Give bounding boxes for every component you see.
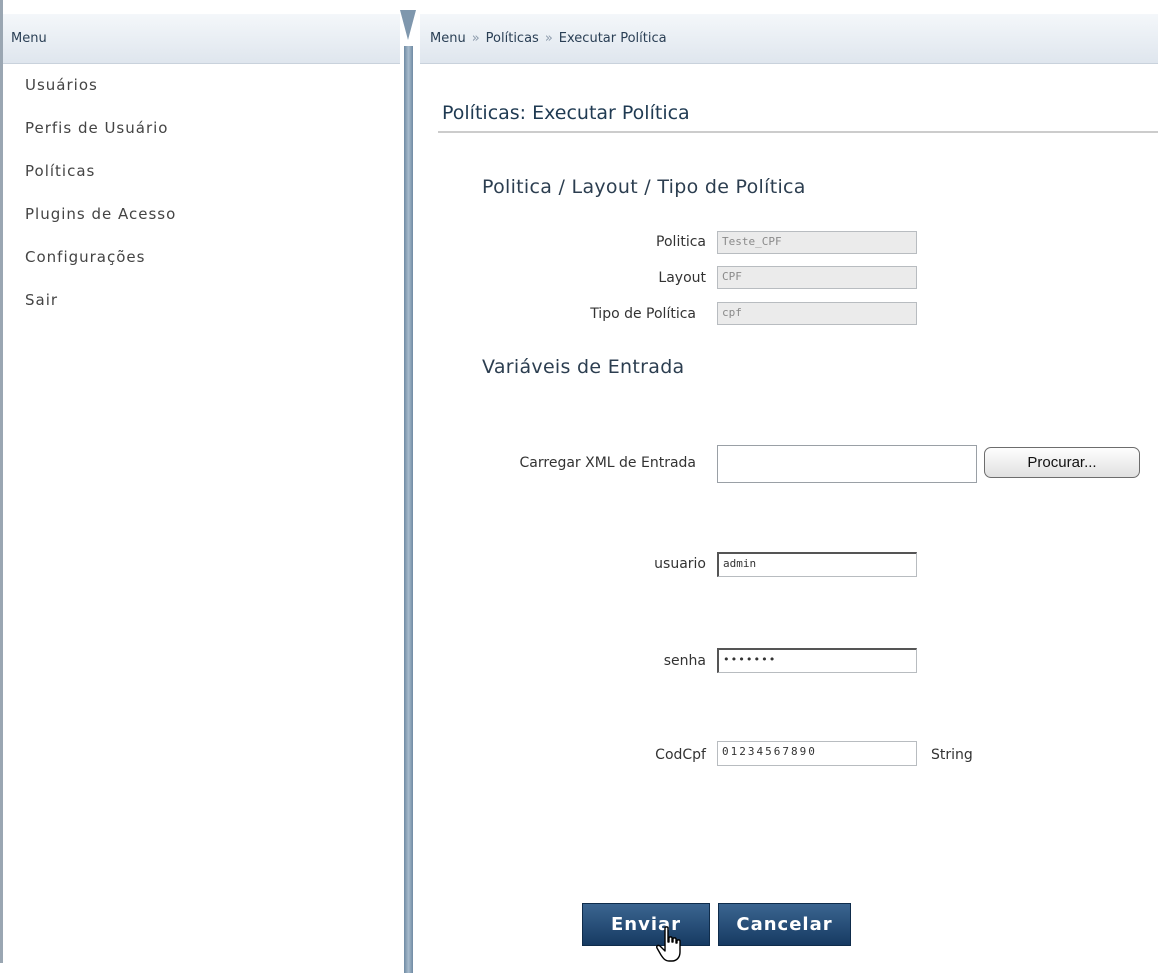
senha-label: senha <box>663 653 706 669</box>
sidebar-item-configuracoes[interactable]: Configurações <box>25 248 176 291</box>
xml-file-input[interactable] <box>717 445 977 483</box>
hand-cursor-icon <box>656 926 681 962</box>
layout-label: Layout <box>658 270 706 286</box>
xml-upload-label: Carregar XML de Entrada <box>519 455 696 471</box>
input-section-title: Variáveis de Entrada <box>482 356 685 378</box>
breadcrumb-separator: » <box>471 31 480 46</box>
politica-label: Politica <box>656 234 706 250</box>
breadcrumb-item-current: Executar Política <box>558 31 667 46</box>
browse-button[interactable]: Procurar... <box>984 447 1140 478</box>
sidebar-item-sair[interactable]: Sair <box>25 291 176 334</box>
sidebar-header: Menu <box>3 14 400 64</box>
layout-field: CPF <box>717 266 917 289</box>
tipo-politica-field: cpf <box>717 302 917 325</box>
usuario-input[interactable]: admin <box>717 552 917 577</box>
splitter-bar[interactable] <box>404 46 413 973</box>
page-title: Políticas: Executar Política <box>442 102 690 124</box>
breadcrumb-item-menu[interactable]: Menu <box>430 31 466 46</box>
splitter-handle[interactable] <box>400 10 416 40</box>
sidebar-item-perfis[interactable]: Perfis de Usuário <box>25 119 176 162</box>
politica-field: Teste_CPF <box>717 231 917 254</box>
sidebar-item-plugins[interactable]: Plugins de Acesso <box>25 205 176 248</box>
sidebar: Menu Usuários Perfis de Usuário Política… <box>0 0 400 963</box>
cancel-button[interactable]: Cancelar <box>718 903 851 946</box>
breadcrumb: Menu » Políticas » Executar Política <box>420 14 1158 64</box>
codcpf-input[interactable]: 01234567890 <box>717 741 917 766</box>
codcpf-label: CodCpf <box>655 747 706 763</box>
breadcrumb-separator: » <box>544 31 553 46</box>
tipo-politica-label: Tipo de Política <box>590 306 696 322</box>
title-divider <box>438 131 1158 133</box>
sidebar-item-usuarios[interactable]: Usuários <box>25 76 176 119</box>
submit-button[interactable]: Enviar <box>582 903 710 946</box>
senha-input[interactable]: ••••••• <box>717 648 917 673</box>
breadcrumb-item-politicas[interactable]: Políticas <box>486 31 539 46</box>
panel-splitter[interactable] <box>400 10 416 973</box>
sidebar-item-politicas[interactable]: Políticas <box>25 162 176 205</box>
policy-section-title: Politica / Layout / Tipo de Política <box>482 176 806 198</box>
usuario-label: usuario <box>654 556 706 572</box>
codcpf-type-label: String <box>931 747 973 763</box>
sidebar-menu: Usuários Perfis de Usuário Políticas Plu… <box>25 76 176 334</box>
